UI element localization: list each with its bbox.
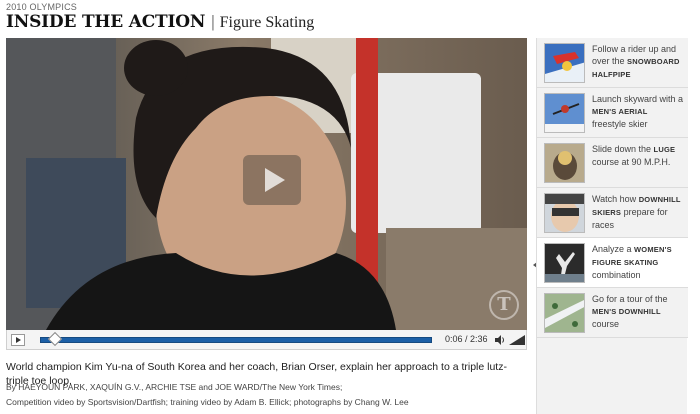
aerial-skier-thumb-icon: [544, 93, 585, 133]
sidebar-item-text: Watch how: [592, 194, 639, 204]
time-display: 0:06 / 2:36: [445, 334, 488, 344]
volume-slider[interactable]: [509, 335, 525, 345]
sidebar-item-label: Go for a tour of the MEN'S DOWNHILL cour…: [592, 293, 684, 330]
credits-line: By HAEYOUN PARK, XAQUÍN G.V., ARCHIE TSE…: [6, 382, 343, 392]
title-separator: |: [211, 12, 215, 31]
related-videos-sidebar: Follow a rider up and over the SNOWBOARD…: [536, 38, 688, 414]
sidebar-item-sport: MEN'S DOWNHILL: [592, 307, 661, 316]
sidebar-video-link[interactable]: Watch how DOWNHILL SKIERS prepare for ra…: [537, 188, 688, 238]
nyt-watermark-icon: T: [489, 290, 519, 320]
progress-scrubber-handle[interactable]: [47, 331, 62, 347]
luge-thumb-icon: [544, 143, 585, 183]
sidebar-item-label: Analyze a WOMEN'S FIGURE SKATING combina…: [592, 243, 684, 281]
sidebar-item-text: combination: [592, 270, 641, 280]
title-sub: Figure Skating: [219, 14, 315, 31]
sidebar-item-label: Watch how DOWNHILL SKIERS prepare for ra…: [592, 193, 684, 231]
downhill-skier-thumb-icon: [544, 193, 585, 233]
sidebar-item-text: Go for a tour of the: [592, 294, 668, 304]
play-button[interactable]: [11, 334, 25, 346]
title-main: INSIDE THE ACTION: [6, 12, 206, 32]
sidebar-item-text: Launch skyward with a: [592, 94, 684, 104]
sidebar-item-text: freestyle skier: [592, 119, 648, 129]
section-kicker: 2010 OLYMPICS: [6, 2, 77, 12]
sidebar-item-sport: MEN'S AERIAL: [592, 107, 648, 116]
sidebar-video-link[interactable]: Follow a rider up and over the SNOWBOARD…: [537, 38, 688, 88]
sidebar-item-label: Launch skyward with a MEN'S AERIAL frees…: [592, 93, 684, 130]
sidebar-item-text: course: [592, 319, 620, 329]
sidebar-video-link[interactable]: Slide down the LUGE course at 90 M.P.H.: [537, 138, 688, 188]
sidebar-video-link[interactable]: Launch skyward with a MEN'S AERIAL frees…: [537, 88, 688, 138]
progress-track[interactable]: [40, 337, 432, 343]
sidebar-item-text: course at 90 M.P.H.: [592, 157, 671, 167]
sidebar-item-text: Slide down the: [592, 144, 654, 154]
sidebar-item-sport: LUGE: [653, 145, 676, 154]
volume-icon[interactable]: [495, 335, 505, 345]
sidebar-item-label: Follow a rider up and over the SNOWBOARD…: [592, 43, 684, 81]
play-overlay-button[interactable]: [243, 155, 301, 205]
course-map-thumb-icon: [544, 293, 585, 333]
video-controls: 0:06 / 2:36: [6, 330, 527, 350]
sidebar-item-text: Analyze a: [592, 244, 635, 254]
credits-line: Competition video by Sportsvision/Dartfi…: [6, 397, 409, 407]
sidebar-item-label: Slide down the LUGE course at 90 M.P.H.: [592, 143, 684, 168]
video-player[interactable]: T: [6, 38, 527, 330]
sidebar-video-link[interactable]: Go for a tour of the MEN'S DOWNHILL cour…: [537, 288, 688, 338]
page-title: INSIDE THE ACTION | Figure Skating: [6, 12, 314, 32]
snowboard-thumb-icon: [544, 43, 585, 83]
credits: By HAEYOUN PARK, XAQUÍN G.V., ARCHIE TSE…: [6, 380, 527, 410]
figure-skater-thumb-icon: [544, 243, 585, 283]
sidebar-video-link[interactable]: Analyze a WOMEN'S FIGURE SKATING combina…: [537, 238, 688, 288]
